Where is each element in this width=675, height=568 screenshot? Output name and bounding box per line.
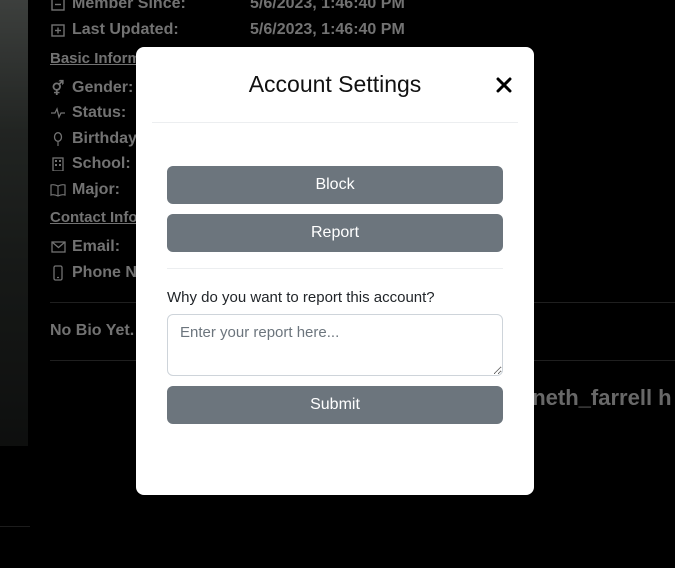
block-button[interactable]: Block [167,166,503,204]
submit-button[interactable]: Submit [167,386,503,424]
modal-title: Account Settings [248,71,422,97]
report-button[interactable]: Report [167,214,503,252]
divider [167,268,503,269]
account-settings-modal: Account Settings Block Report Why do you… [136,47,534,495]
report-reason-input[interactable] [167,314,503,376]
close-icon [496,77,512,92]
close-button[interactable] [492,74,516,98]
report-reason-label: Why do you want to report this account? [167,289,435,306]
modal-header: Account Settings [152,47,518,123]
page: Member Since: 5/6/2023, 1:46:40 PM Last … [0,0,675,568]
